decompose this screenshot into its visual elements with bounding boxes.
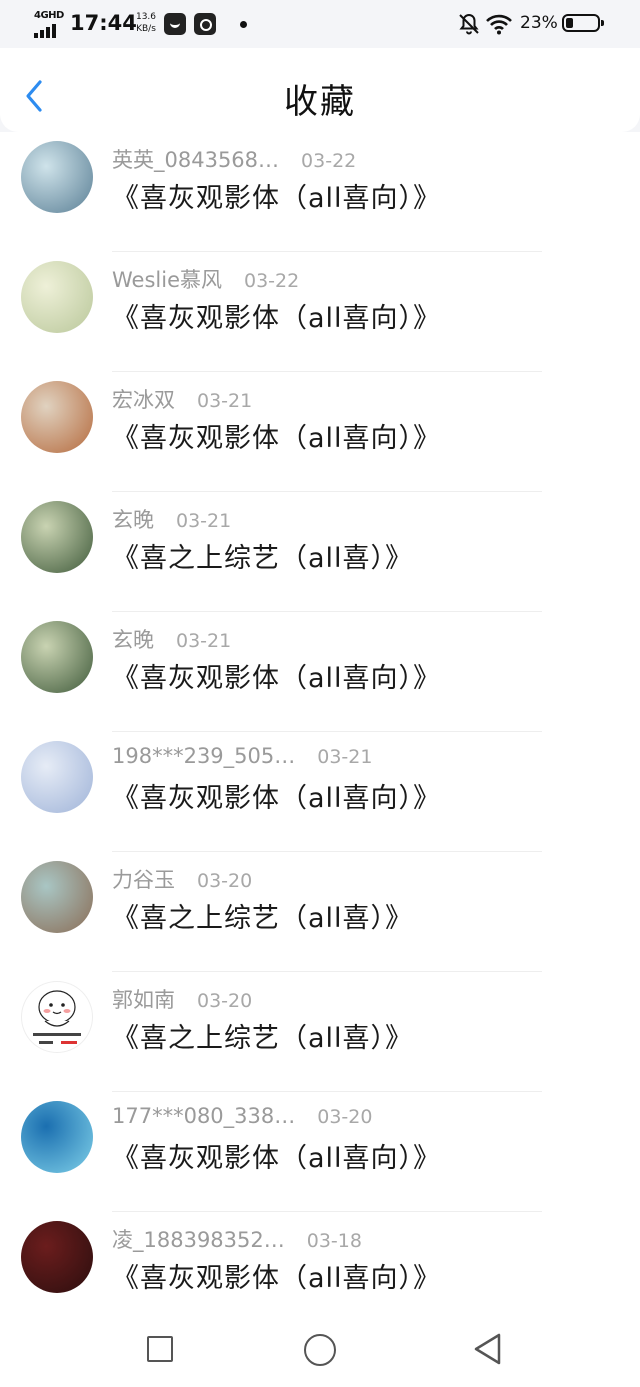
- avatar: [21, 741, 93, 813]
- item-meta: 英英_0843568… 03-22: [112, 144, 356, 174]
- network-speed-unit: KB/s: [136, 24, 156, 34]
- item-meta: 郭如南 03-20: [112, 984, 252, 1014]
- avatar: [21, 981, 93, 1053]
- item-title: 《喜之上综艺（all喜）》: [112, 543, 414, 574]
- system-nav-bar: [0, 1312, 640, 1387]
- list-item[interactable]: 英英_0843568… 03-22 《喜灰观影体（all喜向）》: [0, 132, 640, 252]
- item-meta: Weslie慕风 03-22: [112, 264, 299, 294]
- avatar: [21, 1101, 93, 1173]
- item-meta: 凌_188398352… 03-18: [112, 1224, 362, 1254]
- item-title: 《喜之上综艺（all喜）》: [112, 1023, 414, 1054]
- item-username: 英英_0843568…: [112, 148, 280, 172]
- list-item[interactable]: 凌_188398352… 03-18 《喜灰观影体（all喜向）》: [0, 1212, 640, 1312]
- item-title: 《喜之上综艺（all喜）》: [112, 903, 414, 934]
- music-app-icon: [194, 13, 216, 35]
- item-date: 03-18: [306, 1230, 362, 1252]
- item-meta: 玄晚 03-21: [112, 624, 231, 654]
- network-speed: 13.6 KB/s: [131, 11, 161, 35]
- avatar: [21, 261, 93, 333]
- list-item[interactable]: 177***080_338… 03-20 《喜灰观影体（all喜向）》: [0, 1092, 640, 1212]
- item-date: 03-21: [197, 390, 253, 412]
- item-date: 03-22: [301, 150, 357, 172]
- cartoon-face-icon: [33, 990, 81, 1044]
- avatar: [21, 861, 93, 933]
- item-date: 03-21: [317, 746, 373, 768]
- item-meta: 玄晚 03-21: [112, 504, 231, 534]
- item-title: 《喜灰观影体（all喜向）》: [112, 783, 442, 814]
- list-item[interactable]: 玄晚 03-21 《喜灰观影体（all喜向）》: [0, 612, 640, 732]
- network-speed-value: 13.6: [135, 12, 157, 22]
- list-item[interactable]: Weslie慕风 03-22 《喜灰观影体（all喜向）》: [0, 252, 640, 372]
- item-title: 《喜灰观影体（all喜向）》: [112, 663, 442, 694]
- list-item[interactable]: 宏冰双 03-21 《喜灰观影体（all喜向）》: [0, 372, 640, 492]
- item-title: 《喜灰观影体（all喜向）》: [112, 183, 442, 214]
- page-title: 收藏: [284, 82, 356, 122]
- item-title: 《喜灰观影体（all喜向）》: [112, 303, 442, 334]
- item-title: 《喜灰观影体（all喜向）》: [112, 1263, 442, 1294]
- screen: 4GHD 17:44 13.6 KB/s 23% 收藏 英英_0843568… …: [0, 0, 640, 1387]
- wifi-icon: [486, 14, 512, 35]
- avatar: [21, 501, 93, 573]
- item-username: 凌_188398352…: [112, 1228, 285, 1252]
- notification-dot-icon: [240, 21, 247, 28]
- status-bar: 4GHD 17:44 13.6 KB/s 23%: [0, 0, 640, 48]
- list-item[interactable]: 198***239_505… 03-21 《喜灰观影体（all喜向）》: [0, 732, 640, 852]
- battery-icon: [562, 14, 604, 32]
- battery-percent: 23%: [520, 13, 558, 33]
- item-date: 03-22: [243, 270, 300, 292]
- favorites-list[interactable]: 英英_0843568… 03-22 《喜灰观影体（all喜向）》 Weslie慕风…: [0, 132, 640, 1312]
- item-date: 03-21: [176, 630, 232, 652]
- item-username: 177***080_338…: [112, 1104, 296, 1128]
- item-date: 03-20: [197, 990, 253, 1012]
- signal-bars-icon: [34, 24, 56, 38]
- item-meta: 宏冰双 03-21: [112, 384, 252, 414]
- item-username: 玄晚: [112, 628, 154, 652]
- avatar: [21, 1221, 93, 1293]
- bell-off-icon: [459, 13, 479, 35]
- network-type-label: 4GHD: [34, 10, 64, 21]
- item-title: 《喜灰观影体（all喜向）》: [112, 423, 442, 454]
- item-date: 03-20: [317, 1106, 373, 1128]
- recent-apps-button[interactable]: [147, 1336, 173, 1362]
- item-username: 郭如南: [112, 988, 175, 1012]
- header-bar: 收藏: [0, 48, 640, 132]
- item-meta: 198***239_505… 03-21: [112, 744, 372, 774]
- item-username: Weslie慕风: [112, 268, 222, 292]
- app-notification-icon: [164, 13, 186, 35]
- avatar: [21, 381, 93, 453]
- triangle-back-icon: [474, 1333, 501, 1365]
- item-username: 198***239_505…: [112, 744, 296, 768]
- status-time: 17:44: [70, 11, 137, 35]
- header: 收藏: [0, 48, 640, 132]
- item-username: 力谷玉: [112, 868, 175, 892]
- avatar: [21, 621, 93, 693]
- list-item[interactable]: 玄晚 03-21 《喜之上综艺（all喜）》: [0, 492, 640, 612]
- item-meta: 力谷玉 03-20: [112, 864, 252, 894]
- home-button[interactable]: [304, 1334, 336, 1366]
- item-date: 03-21: [176, 510, 232, 532]
- item-date: 03-20: [197, 870, 253, 892]
- list-item[interactable]: 力谷玉 03-20 《喜之上综艺（all喜）》: [0, 852, 640, 972]
- avatar: [21, 141, 93, 213]
- item-username: 玄晚: [112, 508, 154, 532]
- item-username: 宏冰双: [112, 388, 175, 412]
- item-title: 《喜灰观影体（all喜向）》: [112, 1143, 442, 1174]
- list-item[interactable]: 郭如南 03-20 《喜之上综艺（all喜）》: [0, 972, 640, 1092]
- back-nav-button[interactable]: [472, 1332, 504, 1366]
- signal-indicator: 4GHD: [34, 10, 64, 38]
- item-meta: 177***080_338… 03-20: [112, 1104, 372, 1134]
